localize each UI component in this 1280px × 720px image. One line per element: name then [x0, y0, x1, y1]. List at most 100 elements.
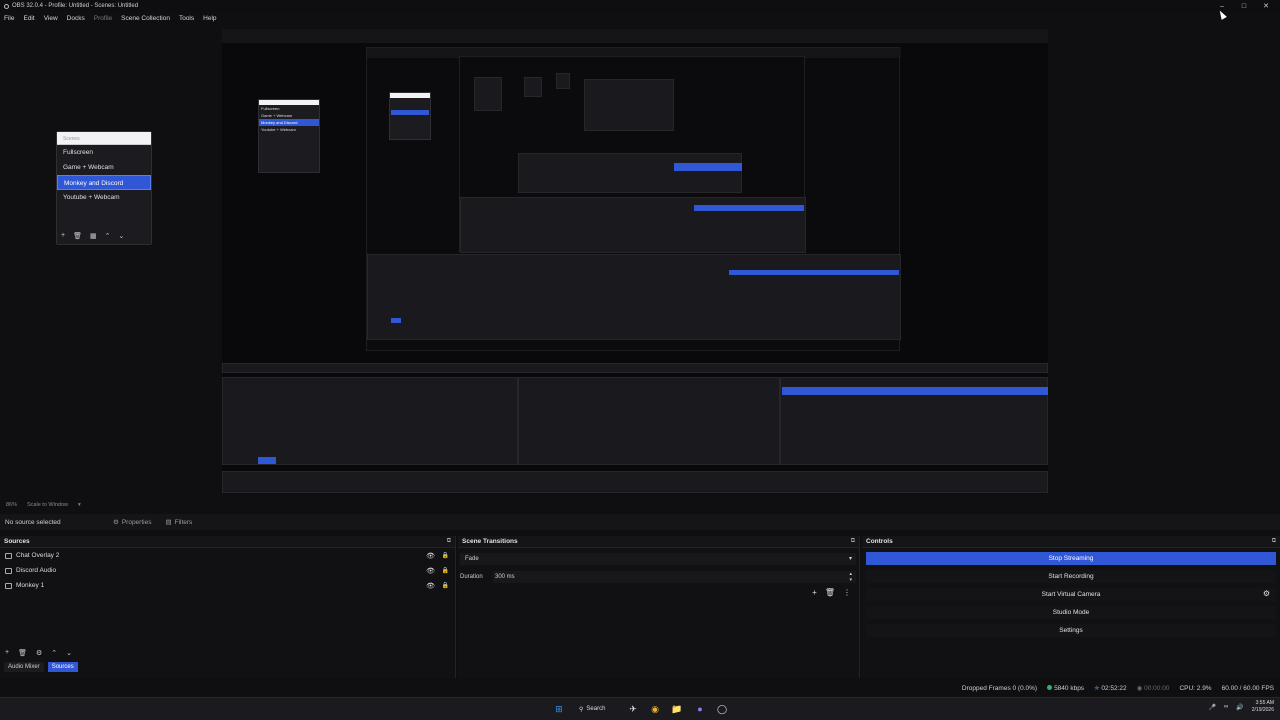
add-icon[interactable]: +: [61, 232, 65, 240]
move-up-icon[interactable]: ⌃: [51, 649, 57, 657]
virtual-camera-label: Start Virtual Camera: [1041, 591, 1101, 598]
gear-icon[interactable]: ⚙: [36, 649, 42, 657]
menu-file[interactable]: File: [4, 15, 14, 22]
scene-item-fullscreen[interactable]: Fullscreen: [57, 145, 151, 160]
menu-docks[interactable]: Docks: [67, 15, 85, 22]
microphone-icon[interactable]: 🎤: [1209, 704, 1216, 711]
taskbar-search[interactable]: ⚲ Search: [579, 702, 619, 716]
filters-button[interactable]: ▤ Filters: [165, 518, 192, 527]
status-bar: Dropped Frames 0 (0.0%) 5840 kbps ✯ 02:5…: [0, 680, 1280, 696]
scene-item-game-webcam[interactable]: Game + Webcam: [57, 160, 151, 175]
menu-scene-collection[interactable]: Scene Collection: [121, 15, 170, 22]
volume-icon[interactable]: 🔊: [1236, 704, 1243, 711]
scenes-dock: Scenes Fullscreen Game + Webcam Monkey a…: [56, 131, 152, 245]
visibility-eye-icon[interactable]: 👁: [426, 567, 435, 575]
nested-screen-2: [459, 56, 806, 253]
window-title: OBS 32.0.4 - Profile: Untitled - Scenes:…: [0, 3, 138, 9]
trash-icon[interactable]: 🗑: [825, 588, 835, 597]
obs-taskbar-icon[interactable]: ◯: [715, 702, 729, 716]
lock-icon[interactable]: 🔒: [442, 567, 449, 574]
popout-icon[interactable]: ⧉: [1272, 538, 1276, 545]
studio-mode-button[interactable]: Studio Mode: [866, 606, 1276, 619]
duration-row: Duration 300 ms ▴ ▾: [460, 571, 856, 583]
visibility-eye-icon[interactable]: 👁: [426, 582, 435, 590]
maximize-button[interactable]: □: [1233, 0, 1255, 12]
duration-value: 300 ms: [495, 574, 515, 580]
move-down-icon[interactable]: ⌄: [118, 232, 124, 240]
taskbar: ⊞ ⚲ Search ✈ ◉ 📁 ● ◯ 🎤 ∞ 🔊 3:55 AM 2/19/…: [0, 697, 1280, 720]
nested-scenes-dock: Fullscreen Game + Webcam Monkey and Disc…: [258, 99, 320, 173]
steam-icon[interactable]: ✈: [626, 702, 640, 716]
clock-time: 3:55 AM: [1255, 700, 1274, 706]
transition-select[interactable]: Fade ▾: [460, 553, 856, 565]
scenes-toolbar: + 🗑 ▦ ⌃ ⌄: [61, 232, 124, 240]
source-label: Discord Audio: [16, 567, 57, 574]
move-down-icon[interactable]: ⌄: [66, 649, 72, 657]
source-item[interactable]: Discord Audio 👁 🔒: [0, 563, 455, 578]
add-icon[interactable]: +: [812, 588, 817, 597]
network-icon[interactable]: ∞: [1224, 704, 1228, 710]
popout-icon[interactable]: ⧉: [851, 538, 855, 545]
clock[interactable]: 3:55 AM 2/19/2026: [1252, 700, 1274, 714]
start-recording-button[interactable]: Start Recording: [866, 570, 1276, 583]
file-explorer-icon[interactable]: 📁: [670, 702, 684, 716]
source-item[interactable]: Chat Overlay 2 👁 🔒: [0, 548, 455, 563]
nested-scene-2: Game + Webcam: [261, 113, 293, 118]
gear-icon[interactable]: ⚙: [1263, 589, 1270, 598]
duration-input[interactable]: 300 ms ▴ ▾: [493, 571, 856, 583]
tab-audio-mixer[interactable]: Audio Mixer: [4, 662, 44, 672]
discord-icon[interactable]: ●: [693, 702, 707, 716]
properties-label: Properties: [121, 518, 152, 526]
fps-counter: 60.00 / 60.00 FPS: [1221, 684, 1274, 692]
browser-source-icon: [5, 552, 12, 559]
start-virtual-camera-button[interactable]: Start Virtual Camera ⚙: [866, 588, 1276, 601]
transitions-panel-title: Scene Transitions ⧉: [458, 536, 859, 548]
bitrate-status: 5840 kbps: [1047, 684, 1084, 692]
lock-icon[interactable]: 🔒: [442, 582, 449, 589]
scale-mode-select[interactable]: Scale to Window: [27, 502, 68, 508]
menu-bar: File Edit View Docks Profile Scene Colle…: [0, 12, 1280, 25]
zoom-level[interactable]: 86%: [6, 502, 17, 508]
popout-icon[interactable]: ⧉: [447, 538, 451, 545]
scene-item-youtube-webcam[interactable]: Youtube + Webcam: [57, 190, 151, 205]
menu-profile[interactable]: Profile: [94, 15, 112, 22]
preview-toolbar: 86% Scale to Window ▾: [0, 499, 1280, 511]
source-context-bar: No source selected ⚙ Properties ▤ Filter…: [0, 514, 1280, 530]
scenes-dock-header[interactable]: Scenes: [57, 132, 151, 145]
clock-date: 2/19/2026: [1251, 707, 1274, 713]
stream-time: ✯ 02:52:22: [1094, 684, 1127, 692]
stop-streaming-button[interactable]: Stop Streaming: [866, 552, 1276, 565]
menu-tools[interactable]: Tools: [179, 15, 194, 22]
windows-start-icon[interactable]: ⊞: [552, 702, 566, 716]
controls-panel-title: Controls ⧉: [862, 536, 1280, 548]
preview-area[interactable]: Scenes Fullscreen Game + Webcam Monkey a…: [0, 25, 1280, 497]
sources-title: Sources: [4, 538, 30, 545]
gear-icon: ⚙: [113, 519, 119, 526]
tab-sources[interactable]: Sources: [47, 662, 78, 672]
source-item[interactable]: Monkey 1 👁 🔒: [0, 578, 455, 593]
menu-edit[interactable]: Edit: [23, 15, 34, 22]
visibility-eye-icon[interactable]: 👁: [426, 552, 435, 560]
transition-selected: Fade: [465, 556, 479, 562]
settings-button[interactable]: Settings: [866, 624, 1276, 637]
move-up-icon[interactable]: ⌃: [105, 232, 111, 240]
menu-view[interactable]: View: [44, 15, 58, 22]
chrome-icon[interactable]: ◉: [648, 702, 662, 716]
stream-time-value: 02:52:22: [1101, 685, 1127, 692]
scene-item-monkey-discord[interactable]: Monkey and Discord: [57, 175, 151, 190]
add-icon[interactable]: +: [5, 649, 9, 657]
trash-icon[interactable]: 🗑: [18, 649, 27, 657]
close-button[interactable]: ✕: [1255, 0, 1277, 12]
preview-canvas[interactable]: Fullscreen Game + Webcam Monkey and Disc…: [222, 29, 1048, 493]
scale-dropdown-icon[interactable]: ▾: [78, 502, 81, 508]
filter-icon[interactable]: ▦: [90, 232, 97, 240]
nested-screen: [366, 47, 901, 351]
trash-icon[interactable]: 🗑: [73, 232, 82, 240]
properties-button[interactable]: ⚙ Properties: [113, 518, 152, 527]
source-label: Chat Overlay 2: [16, 552, 60, 559]
spin-arrows-icon[interactable]: ▴ ▾: [849, 571, 852, 583]
lock-icon[interactable]: 🔒: [442, 552, 449, 559]
more-options-icon[interactable]: ⋮: [843, 588, 851, 597]
sources-toolbar: + 🗑 ⚙ ⌃ ⌄: [5, 649, 72, 657]
menu-help[interactable]: Help: [203, 15, 216, 22]
